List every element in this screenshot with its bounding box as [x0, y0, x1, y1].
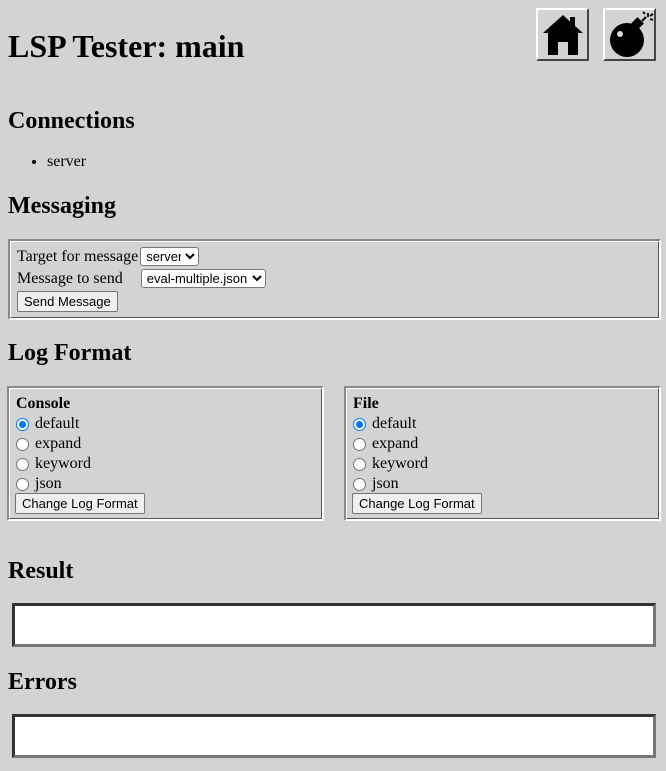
radio-keyword-console[interactable] [16, 457, 29, 471]
file-option-json[interactable]: json [352, 474, 399, 494]
console-option-keyword[interactable]: keyword [15, 454, 91, 474]
file-option-expand[interactable]: expand [352, 434, 418, 454]
message-select[interactable]: eval-multiple.json [140, 269, 266, 288]
console-legend: Console [16, 395, 71, 412]
errors-output[interactable] [12, 714, 656, 758]
connections-list: server [7, 150, 86, 174]
radio-keyword-file[interactable] [353, 457, 366, 471]
bomb-icon [609, 10, 653, 57]
file-legend: File [353, 395, 379, 412]
send-message-button[interactable]: Send Message [17, 291, 118, 312]
connections-heading: Connections [8, 108, 135, 134]
log-format-heading: Log Format [8, 340, 132, 366]
radio-expand-file[interactable] [353, 437, 366, 451]
console-log-panel: Console default expand keyword json Chan… [7, 386, 324, 521]
bomb-button[interactable] [603, 8, 656, 61]
file-log-panel: File default expand keyword json Change … [344, 386, 661, 521]
radio-default-console[interactable] [16, 417, 29, 431]
radio-default-file[interactable] [353, 417, 366, 431]
result-output[interactable] [12, 603, 656, 647]
home-icon [542, 14, 583, 55]
radio-expand-console[interactable] [16, 437, 29, 451]
messaging-panel: Target for message server Message to send… [8, 239, 661, 320]
page-title: LSP Tester: main [8, 28, 245, 64]
console-option-default[interactable]: default [15, 414, 79, 434]
file-change-log-format-button[interactable]: Change Log Format [352, 493, 482, 514]
file-option-keyword[interactable]: keyword [352, 454, 428, 474]
console-change-log-format-button[interactable]: Change Log Format [15, 493, 145, 514]
connection-item: server [47, 150, 86, 174]
console-option-expand[interactable]: expand [15, 434, 81, 454]
radio-json-console[interactable] [16, 477, 29, 491]
file-option-default[interactable]: default [352, 414, 416, 434]
messaging-heading: Messaging [8, 193, 116, 219]
home-button[interactable] [536, 8, 589, 61]
errors-heading: Errors [8, 669, 77, 695]
result-heading: Result [8, 558, 74, 584]
target-select[interactable]: server [140, 247, 200, 266]
radio-json-file[interactable] [353, 477, 366, 491]
target-label: Target for message [17, 248, 139, 265]
message-label: Message to send [17, 270, 123, 287]
console-option-json[interactable]: json [15, 474, 62, 494]
